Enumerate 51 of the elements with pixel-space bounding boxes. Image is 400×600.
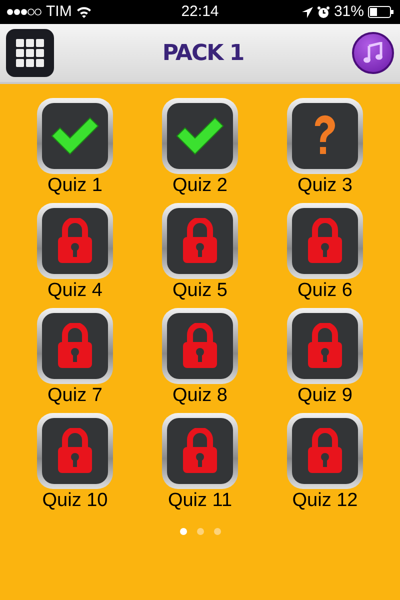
page-dot[interactable] xyxy=(214,528,220,535)
quiz-tile[interactable] xyxy=(37,413,113,489)
quiz-tile[interactable] xyxy=(162,413,238,489)
menu-button[interactable] xyxy=(6,29,54,77)
location-arrow-icon xyxy=(302,6,313,18)
music-button[interactable] xyxy=(352,32,394,74)
quiz-label: Quiz 4 xyxy=(48,280,102,302)
quiz-label: Quiz 7 xyxy=(48,385,102,407)
quiz-tile[interactable] xyxy=(37,308,113,384)
clock-time: 22:14 xyxy=(181,2,219,22)
checkmark-icon xyxy=(175,116,225,156)
battery-percent: 31% xyxy=(334,2,364,22)
checkmark-icon xyxy=(50,116,100,156)
quiz-label: Quiz 11 xyxy=(168,490,232,512)
quiz-label: Quiz 6 xyxy=(298,280,352,302)
quiz-label: Quiz 5 xyxy=(172,280,228,302)
padlock-icon xyxy=(181,428,219,474)
padlock-icon xyxy=(181,323,219,369)
quiz-tile[interactable] xyxy=(162,203,238,279)
pack-title: PACK 1 xyxy=(162,40,244,68)
padlock-icon xyxy=(306,323,344,369)
quiz-label: Quiz 10 xyxy=(42,490,108,512)
signal-icon xyxy=(6,8,42,16)
padlock-icon xyxy=(56,323,94,369)
grid-icon xyxy=(16,39,44,67)
quiz-tile[interactable] xyxy=(37,203,113,279)
quiz-tile[interactable] xyxy=(162,308,238,384)
page-dot[interactable] xyxy=(196,528,204,535)
alarm-clock-icon xyxy=(316,6,330,18)
battery-icon xyxy=(368,6,394,18)
padlock-icon xyxy=(56,428,94,474)
padlock-icon xyxy=(306,428,344,474)
quiz-label: Quiz 8 xyxy=(172,385,228,407)
quiz-label: Quiz 1 xyxy=(48,175,102,197)
quiz-tile[interactable] xyxy=(37,98,113,174)
quiz-label: Quiz 12 xyxy=(292,490,358,512)
quiz-tile[interactable] xyxy=(287,98,363,174)
quiz-label: Quiz 2 xyxy=(172,175,228,197)
padlock-icon xyxy=(306,218,344,264)
quiz-tile[interactable] xyxy=(287,413,363,489)
padlock-icon xyxy=(181,218,219,264)
page-dot[interactable] xyxy=(180,528,186,535)
quiz-label: Quiz 9 xyxy=(298,385,352,407)
quiz-tile[interactable] xyxy=(287,308,363,384)
quiz-tile[interactable] xyxy=(162,98,238,174)
quiz-label: Quiz 3 xyxy=(298,175,352,197)
carrier-name: TIM xyxy=(46,2,72,22)
music-note-icon xyxy=(362,42,384,64)
wifi-icon xyxy=(76,6,92,18)
padlock-icon xyxy=(56,218,94,264)
quiz-tile[interactable] xyxy=(287,203,363,279)
